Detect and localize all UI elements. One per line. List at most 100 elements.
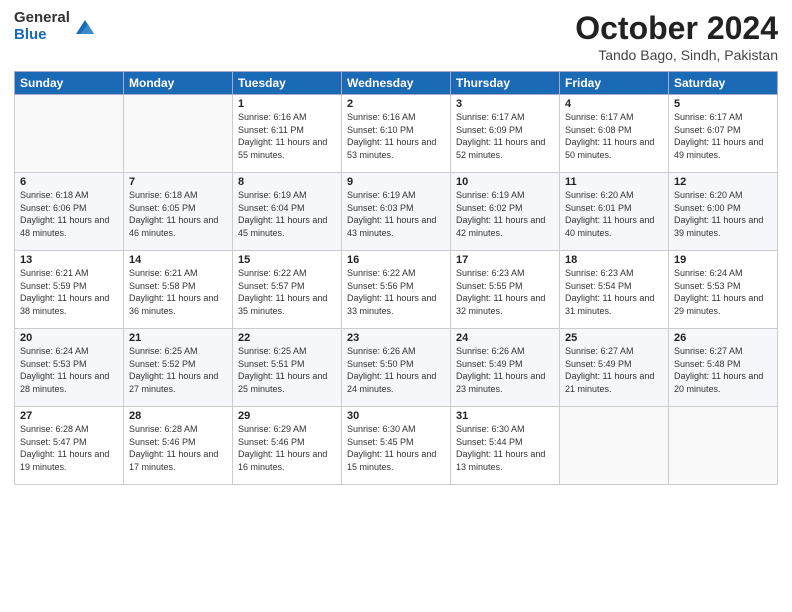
day-number: 17 [456, 254, 554, 266]
table-row: 26Sunrise: 6:27 AM Sunset: 5:48 PM Dayli… [669, 329, 778, 407]
day-number: 26 [674, 332, 772, 344]
day-info: Sunrise: 6:29 AM Sunset: 5:46 PM Dayligh… [238, 423, 336, 473]
table-row: 18Sunrise: 6:23 AM Sunset: 5:54 PM Dayli… [560, 251, 669, 329]
day-number: 29 [238, 410, 336, 422]
day-info: Sunrise: 6:18 AM Sunset: 6:05 PM Dayligh… [129, 189, 227, 239]
calendar-table: Sunday Monday Tuesday Wednesday Thursday… [14, 71, 778, 485]
day-number: 27 [20, 410, 118, 422]
table-row: 12Sunrise: 6:20 AM Sunset: 6:00 PM Dayli… [669, 173, 778, 251]
table-row: 9Sunrise: 6:19 AM Sunset: 6:03 PM Daylig… [342, 173, 451, 251]
day-info: Sunrise: 6:20 AM Sunset: 6:00 PM Dayligh… [674, 189, 772, 239]
day-number: 3 [456, 98, 554, 110]
day-number: 30 [347, 410, 445, 422]
col-thursday: Thursday [451, 72, 560, 95]
table-row: 4Sunrise: 6:17 AM Sunset: 6:08 PM Daylig… [560, 95, 669, 173]
table-row: 1Sunrise: 6:16 AM Sunset: 6:11 PM Daylig… [233, 95, 342, 173]
table-row: 5Sunrise: 6:17 AM Sunset: 6:07 PM Daylig… [669, 95, 778, 173]
table-row [560, 407, 669, 485]
day-info: Sunrise: 6:30 AM Sunset: 5:45 PM Dayligh… [347, 423, 445, 473]
day-number: 24 [456, 332, 554, 344]
day-info: Sunrise: 6:21 AM Sunset: 5:58 PM Dayligh… [129, 267, 227, 317]
day-number: 7 [129, 176, 227, 188]
col-wednesday: Wednesday [342, 72, 451, 95]
day-info: Sunrise: 6:19 AM Sunset: 6:02 PM Dayligh… [456, 189, 554, 239]
col-friday: Friday [560, 72, 669, 95]
logo-general-text: General [14, 10, 70, 27]
day-info: Sunrise: 6:24 AM Sunset: 5:53 PM Dayligh… [674, 267, 772, 317]
day-number: 2 [347, 98, 445, 110]
day-info: Sunrise: 6:28 AM Sunset: 5:46 PM Dayligh… [129, 423, 227, 473]
table-row: 8Sunrise: 6:19 AM Sunset: 6:04 PM Daylig… [233, 173, 342, 251]
table-row: 10Sunrise: 6:19 AM Sunset: 6:02 PM Dayli… [451, 173, 560, 251]
day-number: 15 [238, 254, 336, 266]
logo-icon [74, 16, 96, 38]
table-row: 14Sunrise: 6:21 AM Sunset: 5:58 PM Dayli… [124, 251, 233, 329]
table-row: 28Sunrise: 6:28 AM Sunset: 5:46 PM Dayli… [124, 407, 233, 485]
table-row: 19Sunrise: 6:24 AM Sunset: 5:53 PM Dayli… [669, 251, 778, 329]
day-info: Sunrise: 6:20 AM Sunset: 6:01 PM Dayligh… [565, 189, 663, 239]
table-row: 23Sunrise: 6:26 AM Sunset: 5:50 PM Dayli… [342, 329, 451, 407]
day-number: 10 [456, 176, 554, 188]
col-tuesday: Tuesday [233, 72, 342, 95]
day-number: 13 [20, 254, 118, 266]
table-row: 22Sunrise: 6:25 AM Sunset: 5:51 PM Dayli… [233, 329, 342, 407]
day-number: 16 [347, 254, 445, 266]
day-info: Sunrise: 6:27 AM Sunset: 5:48 PM Dayligh… [674, 345, 772, 395]
title-block: October 2024 Tando Bago, Sindh, Pakistan [575, 10, 778, 63]
calendar-header-row: Sunday Monday Tuesday Wednesday Thursday… [15, 72, 778, 95]
day-info: Sunrise: 6:17 AM Sunset: 6:07 PM Dayligh… [674, 111, 772, 161]
table-row: 25Sunrise: 6:27 AM Sunset: 5:49 PM Dayli… [560, 329, 669, 407]
col-saturday: Saturday [669, 72, 778, 95]
month-title: October 2024 [575, 10, 778, 47]
day-number: 20 [20, 332, 118, 344]
day-number: 19 [674, 254, 772, 266]
day-info: Sunrise: 6:30 AM Sunset: 5:44 PM Dayligh… [456, 423, 554, 473]
table-row: 7Sunrise: 6:18 AM Sunset: 6:05 PM Daylig… [124, 173, 233, 251]
table-row: 3Sunrise: 6:17 AM Sunset: 6:09 PM Daylig… [451, 95, 560, 173]
header: General Blue October 2024 Tando Bago, Si… [14, 10, 778, 63]
table-row: 17Sunrise: 6:23 AM Sunset: 5:55 PM Dayli… [451, 251, 560, 329]
day-number: 23 [347, 332, 445, 344]
table-row: 29Sunrise: 6:29 AM Sunset: 5:46 PM Dayli… [233, 407, 342, 485]
day-number: 22 [238, 332, 336, 344]
day-number: 6 [20, 176, 118, 188]
table-row: 2Sunrise: 6:16 AM Sunset: 6:10 PM Daylig… [342, 95, 451, 173]
day-info: Sunrise: 6:28 AM Sunset: 5:47 PM Dayligh… [20, 423, 118, 473]
day-number: 31 [456, 410, 554, 422]
day-info: Sunrise: 6:18 AM Sunset: 6:06 PM Dayligh… [20, 189, 118, 239]
day-info: Sunrise: 6:26 AM Sunset: 5:49 PM Dayligh… [456, 345, 554, 395]
day-info: Sunrise: 6:17 AM Sunset: 6:08 PM Dayligh… [565, 111, 663, 161]
logo-blue-text: Blue [14, 27, 70, 44]
calendar-week-row: 1Sunrise: 6:16 AM Sunset: 6:11 PM Daylig… [15, 95, 778, 173]
day-number: 9 [347, 176, 445, 188]
table-row: 13Sunrise: 6:21 AM Sunset: 5:59 PM Dayli… [15, 251, 124, 329]
day-number: 25 [565, 332, 663, 344]
logo: General Blue [14, 10, 96, 43]
day-info: Sunrise: 6:19 AM Sunset: 6:03 PM Dayligh… [347, 189, 445, 239]
table-row: 15Sunrise: 6:22 AM Sunset: 5:57 PM Dayli… [233, 251, 342, 329]
day-number: 8 [238, 176, 336, 188]
location: Tando Bago, Sindh, Pakistan [575, 47, 778, 63]
day-info: Sunrise: 6:17 AM Sunset: 6:09 PM Dayligh… [456, 111, 554, 161]
day-number: 18 [565, 254, 663, 266]
day-info: Sunrise: 6:24 AM Sunset: 5:53 PM Dayligh… [20, 345, 118, 395]
table-row: 27Sunrise: 6:28 AM Sunset: 5:47 PM Dayli… [15, 407, 124, 485]
calendar-week-row: 6Sunrise: 6:18 AM Sunset: 6:06 PM Daylig… [15, 173, 778, 251]
day-number: 14 [129, 254, 227, 266]
calendar-week-row: 20Sunrise: 6:24 AM Sunset: 5:53 PM Dayli… [15, 329, 778, 407]
calendar-week-row: 27Sunrise: 6:28 AM Sunset: 5:47 PM Dayli… [15, 407, 778, 485]
day-number: 1 [238, 98, 336, 110]
day-info: Sunrise: 6:22 AM Sunset: 5:56 PM Dayligh… [347, 267, 445, 317]
day-number: 5 [674, 98, 772, 110]
day-info: Sunrise: 6:25 AM Sunset: 5:52 PM Dayligh… [129, 345, 227, 395]
day-info: Sunrise: 6:19 AM Sunset: 6:04 PM Dayligh… [238, 189, 336, 239]
table-row: 20Sunrise: 6:24 AM Sunset: 5:53 PM Dayli… [15, 329, 124, 407]
table-row: 11Sunrise: 6:20 AM Sunset: 6:01 PM Dayli… [560, 173, 669, 251]
col-sunday: Sunday [15, 72, 124, 95]
table-row: 30Sunrise: 6:30 AM Sunset: 5:45 PM Dayli… [342, 407, 451, 485]
day-info: Sunrise: 6:16 AM Sunset: 6:11 PM Dayligh… [238, 111, 336, 161]
day-number: 12 [674, 176, 772, 188]
table-row [15, 95, 124, 173]
table-row [669, 407, 778, 485]
day-number: 11 [565, 176, 663, 188]
